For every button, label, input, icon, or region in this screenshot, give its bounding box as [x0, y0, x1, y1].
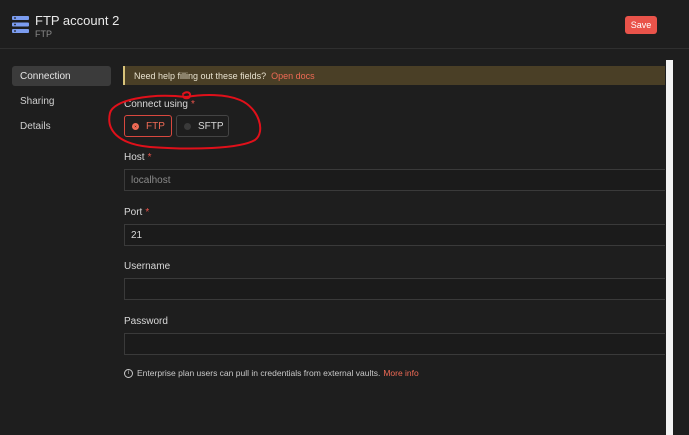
port-label: Port *: [124, 207, 149, 218]
more-info-link[interactable]: More info: [383, 368, 418, 378]
header-bar: FTP account 2 FTP Save: [0, 0, 689, 49]
enterprise-note-text: Enterprise plan users can pull in creden…: [137, 368, 381, 378]
username-input[interactable]: [124, 278, 665, 300]
server-stack-icon: [12, 16, 29, 33]
required-marker: *: [145, 207, 150, 218]
radio-selected-icon: [132, 122, 139, 130]
host-label-text: Host: [124, 152, 145, 163]
sftp-option-label: SFTP: [198, 120, 224, 132]
connect-using-label: Connect using *: [124, 99, 195, 110]
required-marker: *: [190, 99, 195, 110]
ftp-option-label: FTP: [146, 120, 165, 132]
host-input[interactable]: [124, 169, 665, 191]
help-banner: Need help filling out these fields? Open…: [123, 66, 665, 85]
sidebar-item-sharing[interactable]: Sharing: [12, 91, 111, 111]
sftp-option[interactable]: SFTP: [176, 115, 229, 137]
info-icon: i: [124, 368, 133, 378]
sidebar-item-details[interactable]: Details: [12, 116, 111, 136]
help-banner-text: Need help filling out these fields?: [134, 70, 267, 81]
scrollbar[interactable]: [666, 60, 673, 435]
page-title: FTP account 2: [35, 13, 120, 28]
save-button[interactable]: Save: [625, 16, 657, 34]
connect-using-label-text: Connect using: [124, 99, 188, 110]
password-label: Password: [124, 316, 168, 327]
sidebar-item-connection[interactable]: Connection: [12, 66, 111, 86]
username-label: Username: [124, 261, 171, 272]
password-input[interactable]: [124, 333, 665, 355]
enterprise-note: i Enterprise plan users can pull in cred…: [124, 368, 419, 378]
required-marker: *: [147, 152, 152, 163]
port-label-text: Port: [124, 207, 143, 218]
ftp-option[interactable]: FTP: [124, 115, 172, 137]
page-subtitle: FTP: [35, 29, 52, 39]
port-input[interactable]: [124, 224, 665, 246]
radio-unselected-icon: [184, 122, 191, 130]
open-docs-link[interactable]: Open docs: [271, 71, 315, 81]
host-label: Host *: [124, 152, 151, 163]
